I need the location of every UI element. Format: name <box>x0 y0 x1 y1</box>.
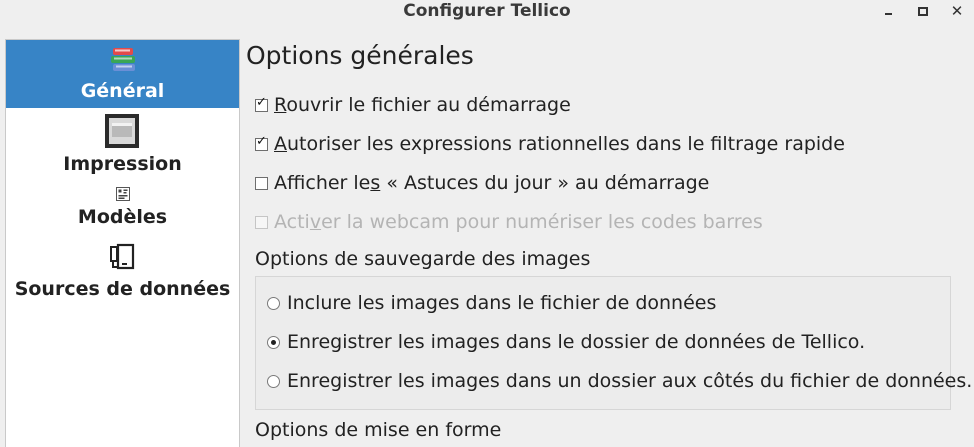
sidebar-item-label: Impression <box>63 153 182 175</box>
close-button[interactable]: ✕ <box>947 2 967 20</box>
minimize-icon <box>884 13 892 15</box>
regex-filter-label[interactable]: Autoriser les expressions rationnelles d… <box>274 133 845 155</box>
accel-key: s <box>370 172 381 194</box>
beside-file-label[interactable]: Enregistrer les images dans un dossier a… <box>287 370 972 392</box>
maximize-button[interactable] <box>913 2 933 20</box>
checkmark-icon: ✓ <box>256 134 267 149</box>
label-text: er la webcam pour numériser les codes ba… <box>321 211 763 233</box>
minimize-button[interactable] <box>878 2 898 20</box>
window-title: Configurer Tellico <box>403 1 571 21</box>
format-options-title: Options de mise en forme <box>255 419 502 441</box>
sidebar: Général Impression Modèles Sources de do… <box>5 39 240 447</box>
maximize-icon <box>918 6 928 16</box>
include-images-label[interactable]: Inclure les images dans le fichier de do… <box>287 292 716 314</box>
webcam-label: Activer la webcam pour numériser les cod… <box>274 211 763 233</box>
checkmark-icon: ✓ <box>256 95 267 110</box>
accel-key: A <box>274 133 287 155</box>
sidebar-item-label: Sources de données <box>14 278 231 300</box>
include-images-radio[interactable] <box>267 297 280 310</box>
label-text: « Astuces du jour » au démarrage <box>380 172 710 194</box>
sidebar-item-label: Modèles <box>77 206 168 228</box>
image-options-title: Options de sauvegarde des images <box>255 248 591 270</box>
webcam-checkbox <box>255 216 268 229</box>
beside-file-radio[interactable] <box>267 375 280 388</box>
sidebar-item-templates[interactable]: Modèles <box>6 184 239 234</box>
label-text: utoriser les expressions rationnelles da… <box>287 133 845 155</box>
tip-of-day-checkbox[interactable] <box>255 177 268 190</box>
reopen-file-label[interactable]: Rouvrir le fichier au démarrage <box>274 94 571 116</box>
tellico-folder-radio[interactable] <box>267 336 280 349</box>
page-title: Options générales <box>246 41 474 70</box>
title-bar[interactable]: Configurer Tellico ✕ <box>0 0 974 24</box>
label-text: ouvrir le fichier au démarrage <box>286 94 571 116</box>
sidebar-item-printing[interactable]: Impression <box>6 110 239 178</box>
label-text: Acti <box>274 211 310 233</box>
sidebar-item-data-sources[interactable]: Sources de données <box>6 240 239 306</box>
data-source-icon <box>110 243 135 270</box>
sidebar-item-label: Général <box>80 80 165 102</box>
printer-icon <box>105 114 139 148</box>
close-icon: ✕ <box>950 2 964 20</box>
books-icon <box>111 48 135 71</box>
tip-of-day-label[interactable]: Afficher les « Astuces du jour » au déma… <box>274 172 709 194</box>
template-icon <box>116 187 130 201</box>
radio-dot-icon <box>271 340 276 345</box>
label-text: Afficher le <box>274 172 371 194</box>
sidebar-item-general[interactable]: Général <box>6 40 239 108</box>
accel-key: R <box>274 94 287 116</box>
reopen-file-checkbox[interactable]: ✓ <box>255 95 268 112</box>
accel-key: v <box>309 211 322 233</box>
tellico-folder-label[interactable]: Enregistrer les images dans le dossier d… <box>287 331 865 353</box>
regex-filter-checkbox[interactable]: ✓ <box>255 134 268 151</box>
